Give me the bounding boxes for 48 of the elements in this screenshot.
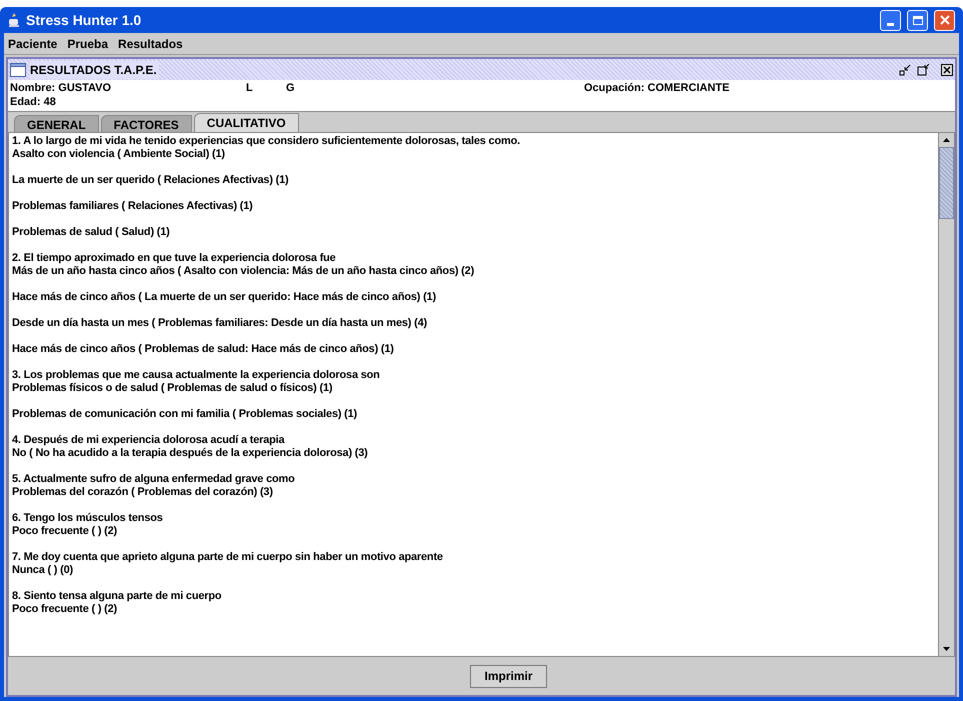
result-line: 2. El tiempo aproximado en que tuve la experiencia dolorosa fue	[12, 252, 337, 265]
patient-age: Edad: 48	[10, 96, 56, 108]
iconify-icon[interactable]	[899, 64, 913, 76]
restore-icon[interactable]	[917, 64, 931, 76]
result-line: Poco frecuente ( ) (2)	[12, 525, 118, 538]
menu-item[interactable]: Prueba	[67, 34, 108, 52]
tab[interactable]: GENERAL	[14, 115, 99, 132]
menu-item[interactable]: Paciente	[8, 34, 58, 52]
result-line: Asalto con violencia ( Ambiente Social) (1)	[12, 148, 226, 161]
patient-occupation: Ocupación: COMERCIANTE	[584, 81, 730, 95]
result-line: 1. A lo largo de mi vida he tenido experiencias que considero suficientemente dolorosas, tales como.	[12, 135, 521, 148]
result-line: Problemas físicos o de salud ( Problemas de salud o físicos) (1)	[12, 382, 334, 395]
close-button[interactable]	[934, 10, 955, 30]
coffee-cup-icon	[8, 13, 20, 27]
frame-title: RESULTADOS T.A.P.E.	[30, 60, 159, 78]
patient-surname: L	[246, 81, 254, 95]
result-line: Desde un día hasta un mes ( Problemas familiares: Desde un día hasta un mes) (4)	[12, 317, 428, 330]
result-line: No ( No ha acudido a la terapia después de la experiencia dolorosa) (3)	[12, 447, 369, 460]
result-line: 7. Me doy cuenta que aprieto alguna parte de mi cuerpo sin haber un motivo aparente	[12, 551, 444, 564]
result-line: 6. Tengo los músculos tensos	[12, 512, 164, 525]
result-line: Más de un año hasta cinco años ( Asalto con violencia: Más de un año hasta cinco años) (2)	[12, 265, 476, 278]
minimize-button[interactable]	[880, 10, 901, 30]
scroll-thumb[interactable]	[939, 147, 954, 219]
result-line: Problemas del corazón ( Problemas del corazón) (3)	[12, 486, 274, 499]
result-line: 3. Los problemas que me causa actualmente la experiencia dolorosa son	[12, 369, 381, 382]
window-icon	[10, 62, 26, 76]
result-line: 5. Actualmente sufro de alguna enfermedad grave como	[12, 473, 296, 486]
tab[interactable]: FACTORES	[100, 115, 192, 132]
result-line: Nunca ( ) (0)	[12, 564, 74, 577]
close-icon	[940, 15, 950, 25]
scrollbar[interactable]	[938, 133, 954, 656]
maximize-button[interactable]	[907, 10, 928, 30]
result-line: 4. Después de mi experiencia dolorosa acudí a terapia	[12, 434, 286, 447]
patient-surname: G	[286, 81, 296, 95]
result-line: Hace más de cinco años ( Problemas de salud: Hace más de cinco años) (1)	[12, 343, 395, 356]
result-line: Problemas familiares ( Relaciones Afectivas) (1)	[12, 200, 254, 213]
result-line: La muerte de un ser querido ( Relaciones Afectivas) (1)	[12, 174, 290, 187]
window-title: Stress Hunter 1.0	[26, 10, 142, 30]
result-line: Hace más de cinco años ( La muerte de un ser querido: Hace más de cinco años) (1)	[12, 291, 437, 304]
result-line: 8. Siento tensa alguna parte de mi cuerpo	[12, 590, 222, 603]
print-button[interactable]: Imprimir	[470, 664, 547, 688]
result-line: Poco frecuente ( ) (2)	[12, 603, 118, 616]
patient-name: Nombre: GUSTAVO	[10, 81, 112, 95]
result-line: Problemas de salud ( Salud) (1)	[12, 226, 171, 239]
tab[interactable]: CUALITATIVO	[194, 113, 299, 132]
close-icon[interactable]	[941, 64, 953, 76]
result-line: Problemas de comunicación con mi familia ( Problemas sociales) (1)	[12, 408, 358, 421]
menu-item[interactable]: Resultados	[118, 34, 183, 52]
